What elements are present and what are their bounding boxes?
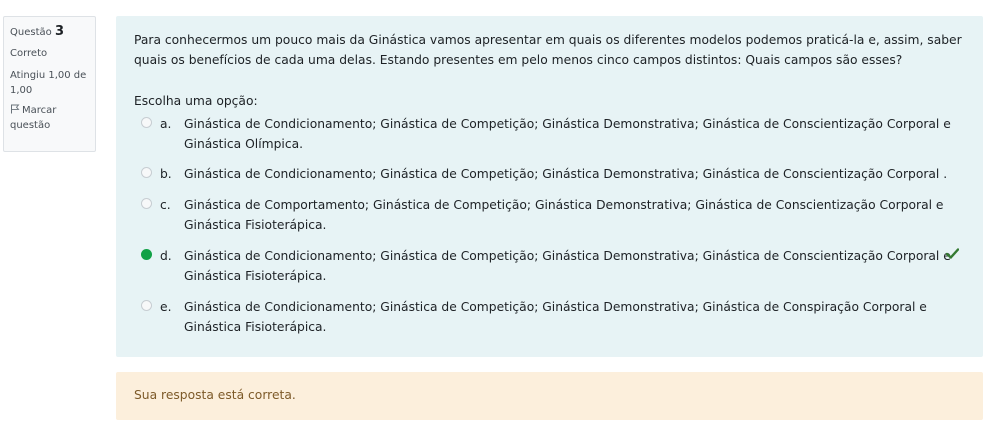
question-number: Questão 3 [10,24,64,39]
option-label: d. [160,249,172,263]
option-text: Ginástica de Condicionamento; Ginástica … [184,300,927,334]
flag-icon [11,104,20,114]
radio-button-selected[interactable] [141,249,152,260]
radio-button[interactable] [141,198,152,209]
question-info: Questão 3 Correto Atingiu 1,00 de 1,00 M… [3,16,96,152]
question-grade: Atingiu 1,00 de 1,00 [10,70,87,96]
radio-button[interactable] [141,300,152,311]
radio-button[interactable] [141,117,152,128]
option-label: c. [160,198,171,212]
option-text: Ginástica de Condicionamento; Ginástica … [184,167,948,181]
question-text: Para conhecermos um pouco mais da Ginást… [134,33,962,67]
option-label: a. [160,117,172,131]
option-text: Ginástica de Condicionamento; Ginástica … [184,249,951,283]
option-text: Ginástica de Comportamento; Ginástica de… [184,198,944,232]
option-label: e. [160,300,172,314]
option-text: Ginástica de Condicionamento; Ginástica … [184,117,951,151]
option-label: b. [160,167,172,181]
flag-question-link[interactable]: Marcar questão [10,103,89,133]
radio-button[interactable] [141,167,152,178]
answer-prompt: Escolha uma opção: [134,94,258,108]
feedback-box: Sua resposta está correta. [116,372,983,420]
question-formulation: Para conhecermos um pouco mais da Ginást… [116,16,983,357]
check-icon [946,248,959,259]
feedback-text: Sua resposta está correta. [134,388,296,402]
question-state: Correto [10,48,48,59]
